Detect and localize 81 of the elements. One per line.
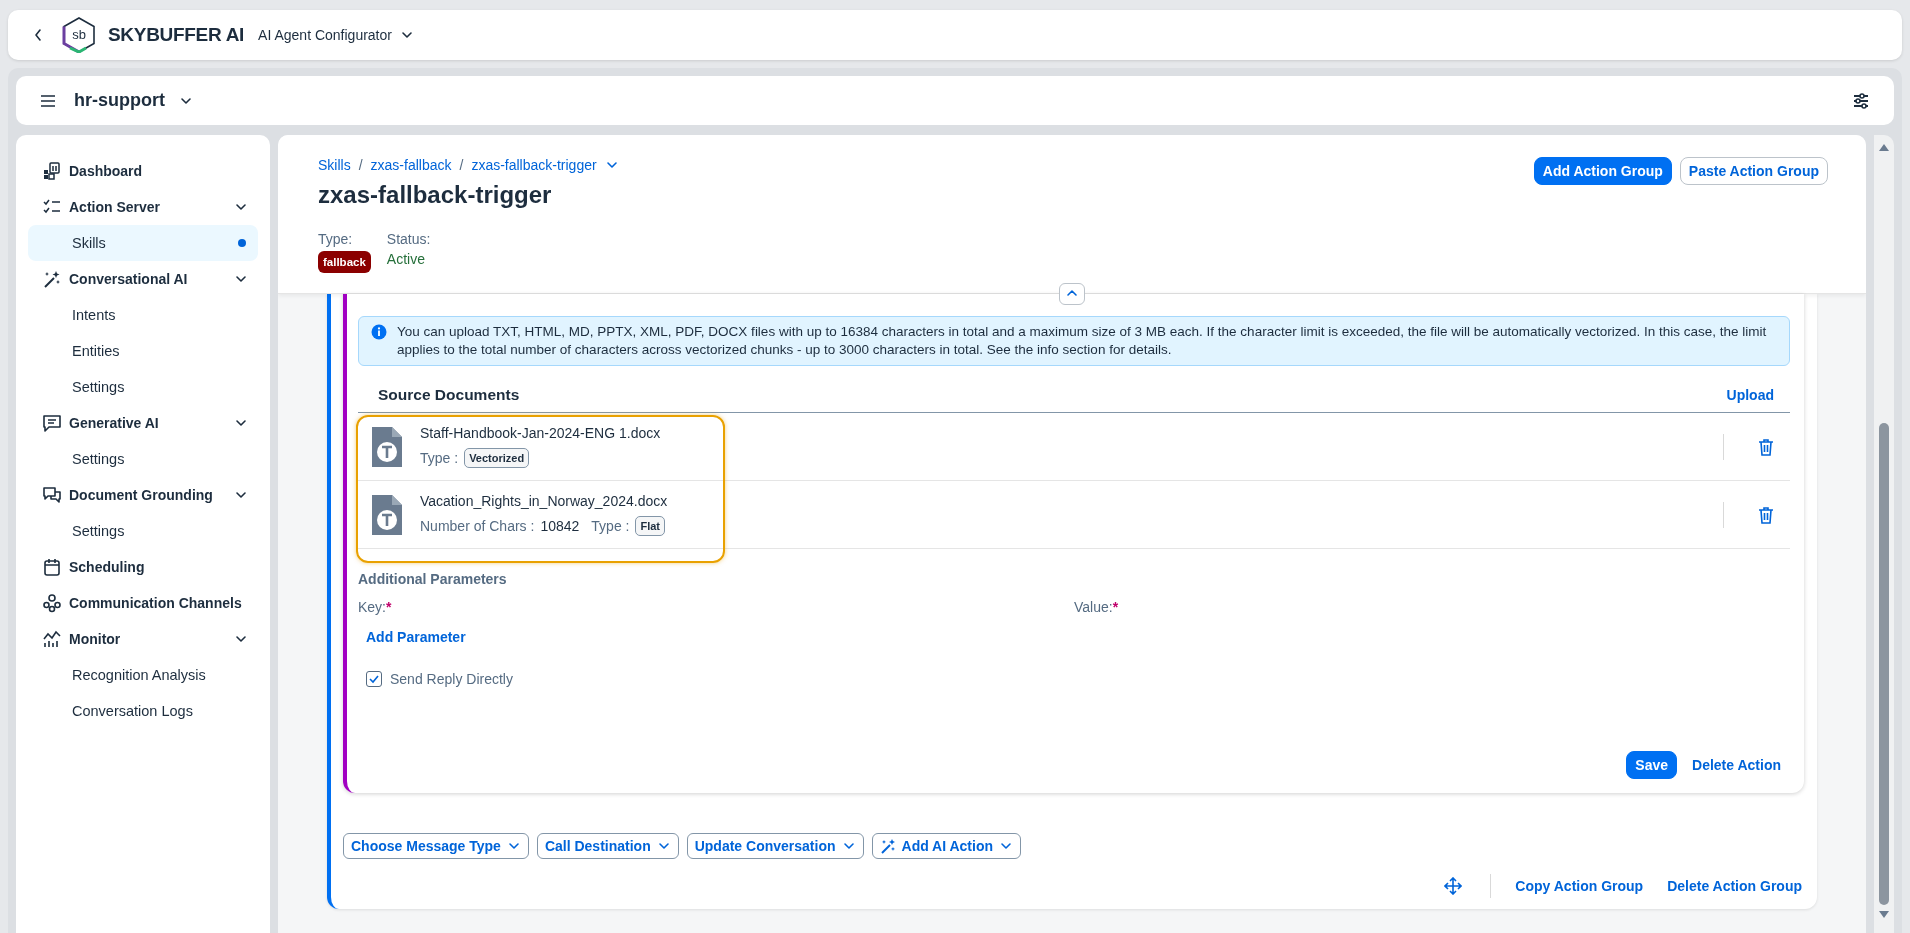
status-value: Active (386, 251, 426, 267)
nav-item[interactable]: Document Grounding (28, 477, 258, 513)
menu-button[interactable]: Update Conversation (686, 833, 864, 859)
breadcrumb-separator: / (459, 157, 464, 173)
scrollbar[interactable] (1874, 135, 1894, 933)
page-title: zxas-fallback-trigger (318, 181, 553, 209)
document-icon (370, 424, 404, 469)
save-button[interactable]: Save (1626, 751, 1678, 779)
breadcrumb-link[interactable]: zxas-fallback-trigger (471, 157, 597, 173)
type-badge: fallback (318, 251, 371, 273)
chat-bubbles-icon (42, 485, 62, 505)
scroll-down-icon (1879, 911, 1889, 919)
trash-icon (1758, 437, 1774, 456)
nav-item[interactable]: Dashboard (28, 153, 258, 189)
menu-button[interactable]: Call Destination (536, 833, 679, 859)
document-icon (370, 492, 404, 537)
copy-group-link[interactable]: Copy Action Group (1515, 878, 1644, 894)
delete-action-button[interactable]: Delete Action (1683, 751, 1790, 779)
nav-subitem[interactable]: Conversation Logs (28, 693, 258, 729)
detail-label: Number of Chars : (420, 518, 535, 534)
scrollbar-thumb[interactable] (1879, 423, 1889, 905)
brand-name: SKYBUFFER AI (108, 24, 245, 46)
add-group-button[interactable]: Add Action Group (1533, 157, 1672, 185)
sliders-icon (1852, 91, 1870, 110)
nav-subitem[interactable]: Recognition Analysis (28, 657, 258, 693)
type-tag: Flat (635, 516, 665, 536)
network-icon (42, 593, 62, 613)
dashboard-icon (42, 161, 62, 181)
paste-group-button[interactable]: Paste Action Group (1679, 157, 1828, 185)
checkmark-icon (369, 674, 379, 684)
selected-dot (238, 239, 246, 247)
breadcrumb-link[interactable]: Skills (318, 157, 351, 173)
menu-icon (40, 93, 56, 108)
nav-subitem[interactable]: Settings (28, 441, 258, 477)
upload-link[interactable]: Upload (1726, 387, 1774, 403)
detail-label: Type : (420, 450, 459, 466)
nav-subitem[interactable]: Entities (28, 333, 258, 369)
breadcrumb-separator: / (358, 157, 363, 173)
document-name: Staff-Handbook-Jan-2024-ENG 1.docx (420, 425, 662, 441)
send-reply-checkbox[interactable]: Send Reply Directly (366, 671, 1790, 687)
menu-button[interactable]: Add AI Action (871, 833, 1022, 859)
required-mark: * (1112, 599, 1119, 615)
type-label: Type: (318, 231, 354, 247)
document-name: Vacation_Rights_in_Norway_2024.docx (420, 493, 669, 509)
info-icon (371, 324, 387, 340)
nav-subitem[interactable]: Intents (28, 297, 258, 333)
info-text: You can upload TXT, HTML, MD, PPTX, XML, PDF, DOCX files with up to 16384 characters in total and a maximum size of 3 MB each. If the character limit is exceeded, the file will be automatically vectorized. In this case, the limit applies to the total number of characters across vectorized chunks - up to 3000 characters in total. See the info section for details. (397, 323, 1768, 359)
nav-item[interactable]: Communication Channels (28, 585, 258, 621)
nav-item[interactable]: Action Server (28, 189, 258, 225)
chart-icon (42, 629, 62, 649)
workspace-selector[interactable]: hr-support (74, 90, 193, 111)
section-title: Additional Parameters (358, 571, 508, 587)
nav-item[interactable]: Generative AI (28, 405, 258, 441)
nav-subitem[interactable]: Skills (28, 225, 258, 261)
logo-icon: sb (62, 17, 96, 53)
status-label: Status: (386, 231, 431, 247)
magic-wand-icon (879, 838, 896, 854)
nav-item[interactable]: Conversational AI (28, 261, 258, 297)
section-title: Source Documents (378, 386, 520, 404)
type-tag: Vectorized (464, 448, 530, 468)
calendar-icon (42, 557, 62, 577)
detail-value: 10842 (540, 518, 580, 534)
nav-subitem[interactable]: Settings (28, 369, 258, 405)
detail-label: Type : (591, 518, 630, 534)
nav-item[interactable]: Scheduling (28, 549, 258, 585)
magic-wand-icon (42, 269, 62, 289)
collapse-button[interactable] (1059, 283, 1085, 305)
nav-subitem[interactable]: Settings (28, 513, 258, 549)
value-label: Value: (1074, 599, 1113, 615)
add-parameter-link[interactable]: Add Parameter (366, 629, 466, 645)
menu-button[interactable]: Choose Message Type (343, 833, 529, 859)
app-selector[interactable]: AI Agent Configurator (256, 25, 416, 45)
key-label: Key: (358, 599, 386, 615)
scroll-up-icon (1879, 143, 1889, 151)
trash-icon (1758, 505, 1774, 524)
required-mark: * (386, 599, 392, 615)
nav-item[interactable]: Monitor (28, 621, 258, 657)
delete-group-link[interactable]: Delete Action Group (1667, 878, 1802, 894)
breadcrumb-link[interactable]: zxas-fallback (370, 157, 452, 173)
move-icon (1444, 877, 1463, 895)
chat-icon (42, 413, 62, 433)
